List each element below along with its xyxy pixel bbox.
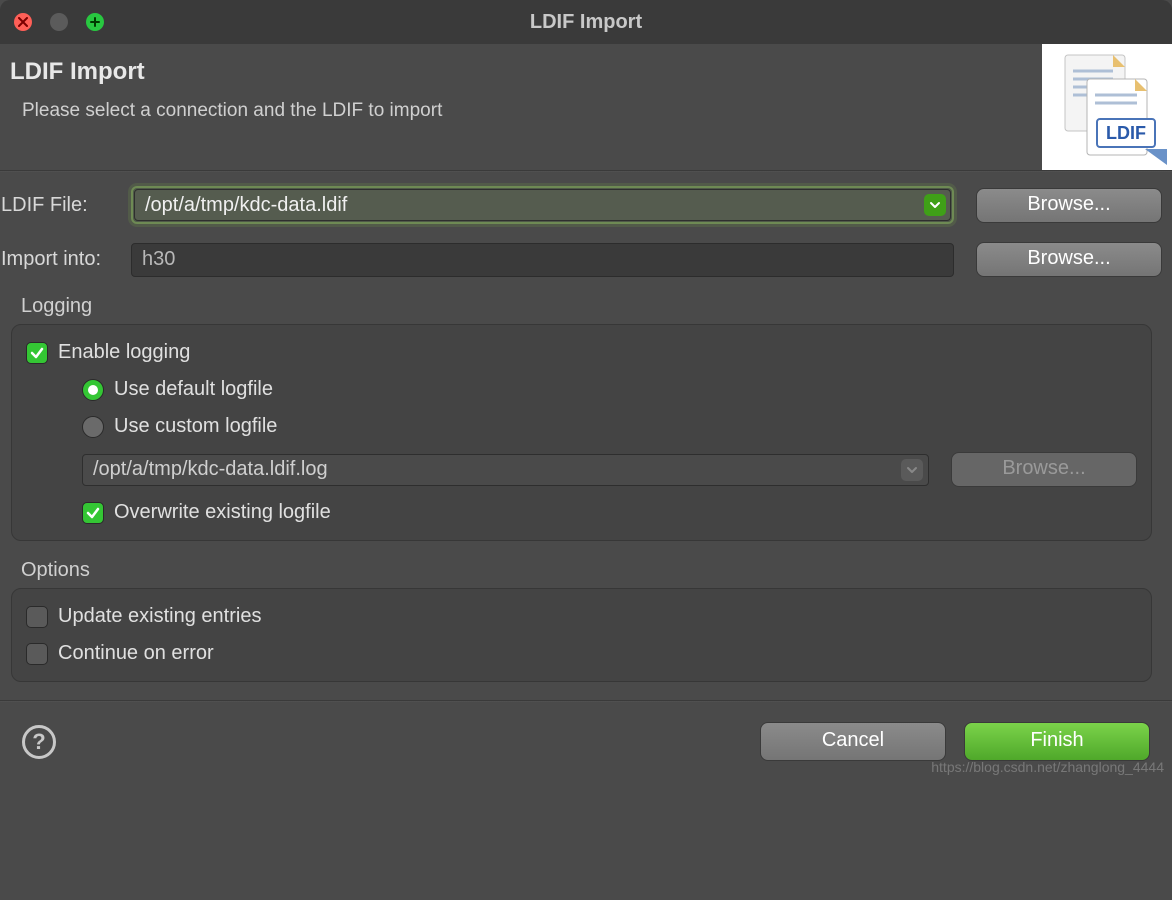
continue-on-error-row[interactable]: Continue on error [26, 642, 1137, 665]
wizard-header: LDIF Import Please select a connection a… [0, 44, 1172, 170]
use-custom-logfile-row[interactable]: Use custom logfile [26, 415, 1137, 438]
close-window-button[interactable] [14, 13, 32, 31]
checkbox-unchecked-icon[interactable] [26, 643, 48, 665]
ldif-badge-text: LDIF [1106, 123, 1146, 143]
watermark-text: https://blog.csdn.net/zhanglong_4444 [931, 759, 1164, 775]
import-into-row: Import into: Browse... [1, 242, 1162, 277]
ldif-file-row: LDIF File: Browse... [1, 186, 1162, 224]
cancel-button[interactable]: Cancel [760, 722, 946, 761]
import-into-browse-button[interactable]: Browse... [976, 242, 1162, 277]
minimize-window-button[interactable] [50, 13, 68, 31]
options-panel: Update existing entries Continue on erro… [11, 588, 1152, 682]
titlebar: LDIF Import [0, 0, 1172, 44]
enable-logging-label: Enable logging [58, 341, 190, 364]
ldif-file-combo[interactable] [131, 186, 954, 224]
ldif-file-input[interactable] [134, 189, 951, 221]
radio-selected-icon[interactable] [82, 379, 104, 401]
continue-on-error-label: Continue on error [58, 642, 214, 665]
chevron-down-icon[interactable] [924, 194, 946, 216]
use-custom-logfile-label: Use custom logfile [114, 415, 277, 438]
import-into-input[interactable] [131, 243, 954, 277]
import-into-label: Import into: [1, 248, 131, 271]
logging-section-title: Logging [21, 295, 1162, 318]
logfile-path-combo [82, 454, 929, 486]
checkbox-checked-icon[interactable] [82, 502, 104, 524]
window-controls [0, 13, 104, 31]
update-existing-label: Update existing entries [58, 605, 261, 628]
window-title: LDIF Import [0, 11, 1172, 34]
wizard-title: LDIF Import [10, 58, 442, 86]
logfile-browse-button: Browse... [951, 452, 1137, 487]
logging-panel: Enable logging Use default logfile Use c… [11, 324, 1152, 541]
ldif-file-browse-button[interactable]: Browse... [976, 188, 1162, 223]
wizard-footer: ? Cancel Finish https://blog.csdn.net/zh… [0, 702, 1172, 779]
update-existing-row[interactable]: Update existing entries [26, 605, 1137, 628]
enable-logging-row[interactable]: Enable logging [26, 341, 1137, 364]
use-default-logfile-label: Use default logfile [114, 378, 273, 401]
logfile-path-input [82, 454, 929, 486]
ldif-file-label: LDIF File: [1, 194, 131, 217]
overwrite-logfile-row[interactable]: Overwrite existing logfile [26, 501, 1137, 524]
wizard-header-text: LDIF Import Please select a connection a… [0, 44, 452, 170]
logfile-path-row: Browse... [82, 452, 1137, 487]
finish-button[interactable]: Finish [964, 722, 1150, 761]
checkbox-checked-icon[interactable] [26, 342, 48, 364]
ldif-file-icon: LDIF [1042, 44, 1172, 170]
use-default-logfile-row[interactable]: Use default logfile [26, 378, 1137, 401]
wizard-body: LDIF File: Browse... Import into: Browse… [0, 172, 1172, 682]
checkbox-unchecked-icon[interactable] [26, 606, 48, 628]
radio-unselected-icon[interactable] [82, 416, 104, 438]
zoom-window-button[interactable] [86, 13, 104, 31]
options-section-title: Options [21, 559, 1162, 582]
overwrite-logfile-label: Overwrite existing logfile [114, 501, 331, 524]
wizard-subtitle: Please select a connection and the LDIF … [10, 100, 442, 122]
help-icon[interactable]: ? [22, 725, 56, 759]
chevron-down-icon [901, 459, 923, 481]
